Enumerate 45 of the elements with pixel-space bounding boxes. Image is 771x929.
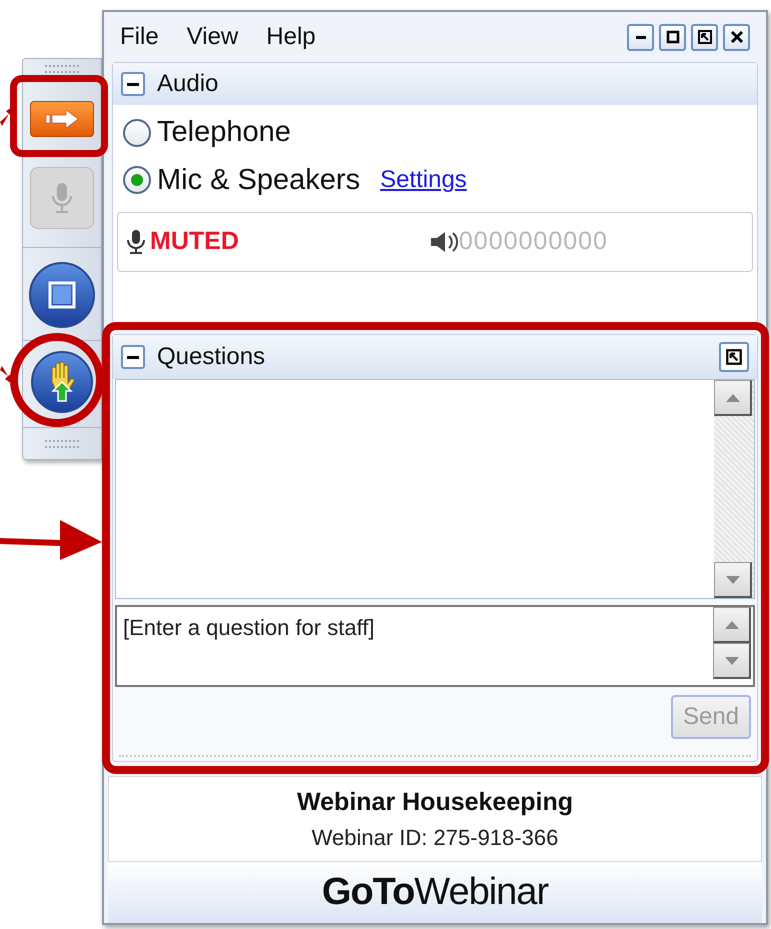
- scroll-down-button[interactable]: [714, 562, 752, 598]
- pop-out-button[interactable]: [691, 24, 718, 50]
- scroll-up-button[interactable]: [713, 607, 751, 643]
- maximize-icon: [664, 29, 680, 45]
- webinar-id: Webinar ID: 275-918-366: [312, 824, 558, 852]
- webinar-title: Webinar Housekeeping: [297, 786, 573, 818]
- close-button[interactable]: [723, 24, 750, 50]
- pop-out-icon: [725, 348, 743, 366]
- grip-handle[interactable]: [45, 440, 79, 448]
- volume-meter: 0000000000: [458, 226, 608, 258]
- radio-option[interactable]: Mic & Speakers: [123, 158, 360, 202]
- menu-item[interactable]: View: [186, 19, 238, 55]
- grip-handle[interactable]: [45, 65, 79, 73]
- arrow-button[interactable]: [30, 101, 94, 137]
- maximize-button[interactable]: [659, 24, 686, 50]
- scrollbar[interactable]: [714, 380, 754, 598]
- collapse-button[interactable]: [121, 345, 145, 369]
- pop-out-button[interactable]: [719, 342, 749, 372]
- scroll-down-button[interactable]: [713, 643, 751, 679]
- radio-button[interactable]: [123, 166, 151, 194]
- window-icon: [47, 280, 77, 310]
- menu-item[interactable]: File: [120, 19, 159, 55]
- up-triangle-icon: [724, 620, 740, 630]
- panel-title: Questions: [157, 342, 266, 372]
- minimize-button[interactable]: [627, 24, 654, 50]
- up-triangle-icon: [724, 392, 740, 402]
- microphone-icon: [126, 229, 146, 255]
- pop-out-icon: [696, 29, 712, 45]
- speaker-icon: [428, 230, 459, 254]
- pointer-arrow: [0, 366, 12, 384]
- logo: GoToWebinar: [322, 870, 548, 915]
- muted-status: MUTED: [150, 226, 239, 258]
- settings-link[interactable]: Settings: [380, 162, 467, 198]
- down-triangle-icon: [724, 574, 740, 584]
- scroll-up-button[interactable]: [714, 380, 752, 416]
- radio-button[interactable]: [123, 118, 151, 147]
- down-triangle-icon: [724, 656, 740, 666]
- menu-item[interactable]: Help: [266, 19, 316, 55]
- minimize-icon: [636, 36, 646, 38]
- raise-hand-button[interactable]: [31, 351, 93, 413]
- radio-option[interactable]: Telephone: [123, 111, 291, 154]
- panel-title: Audio: [157, 69, 218, 99]
- close-icon: [728, 29, 744, 45]
- collapse-button[interactable]: [121, 72, 145, 96]
- microphone-icon: [51, 181, 73, 215]
